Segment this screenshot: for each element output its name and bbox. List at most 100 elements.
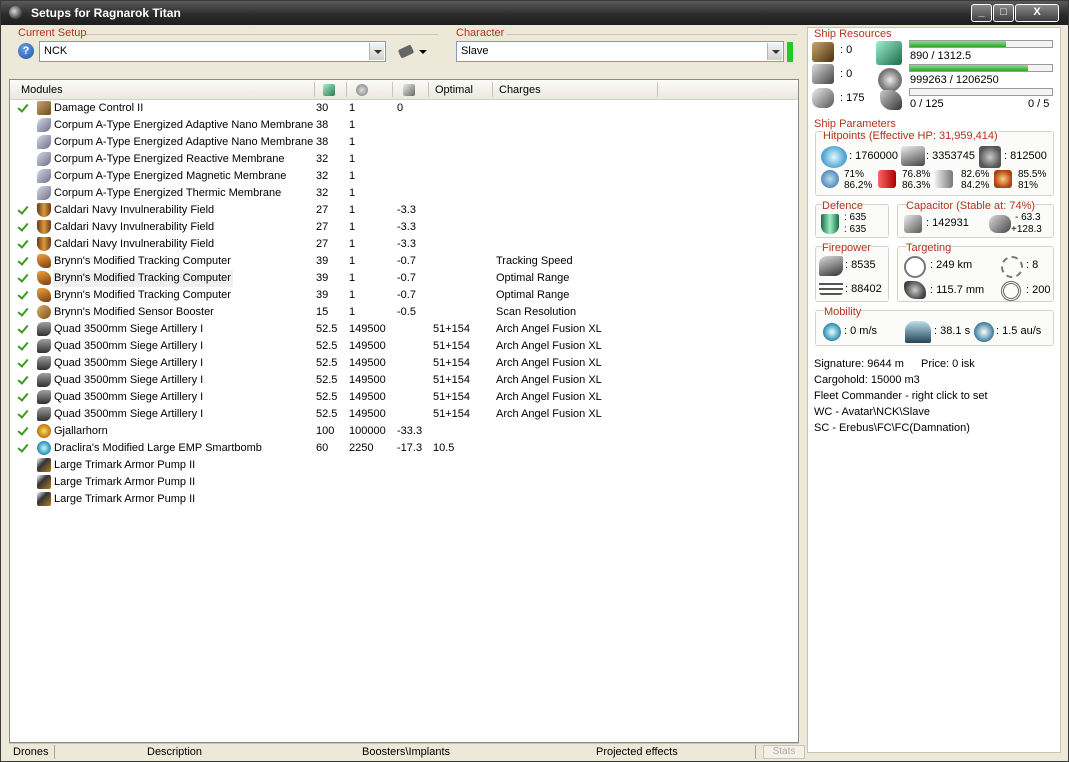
module-row[interactable]: Quad 3500mm Siege Artillery I 52.5 149500 5…: [10, 389, 798, 406]
check-icon[interactable]: [19, 255, 29, 265]
check-icon[interactable]: [19, 374, 29, 384]
module-row[interactable]: Large Trimark Armor Pump II: [10, 457, 798, 474]
setup-tools-button[interactable]: [397, 42, 431, 62]
module-cpu: 52.5: [316, 408, 338, 420]
module-charges: Arch Angel Fusion XL: [496, 408, 602, 420]
check-icon[interactable]: [19, 221, 29, 231]
module-cpu: 52.5: [316, 340, 338, 352]
module-row[interactable]: Corpum A-Type Energized Thermic Membrane…: [10, 185, 798, 202]
volley-icon: [819, 281, 843, 295]
tab-description[interactable]: Description: [147, 746, 202, 758]
help-icon[interactable]: ?: [18, 43, 34, 59]
module-powergrid: 149500: [349, 408, 386, 420]
module-charges: Optimal Range: [496, 272, 570, 284]
module-row[interactable]: Damage Control II 30 1 0: [10, 100, 798, 117]
capacitor-icon[interactable]: [403, 84, 415, 96]
module-row[interactable]: Corpum A-Type Energized Magnetic Membran…: [10, 168, 798, 185]
check-icon[interactable]: [19, 102, 29, 112]
armor-hp: : 3353745: [926, 150, 975, 162]
module-capacitor: -0.5: [397, 306, 416, 318]
shield-icon: [821, 146, 847, 168]
module-row[interactable]: Brynn's Modified Sensor Booster 15 1 -0.5 Sc…: [10, 304, 798, 321]
module-name: Quad 3500mm Siege Artillery I: [54, 340, 204, 352]
title-bar[interactable]: Setups for Ragnarok Titan _ □ X: [1, 1, 1068, 25]
wing-commander-text[interactable]: WC - Avatar\NCK\Slave: [814, 406, 930, 418]
module-row[interactable]: Corpum A-Type Energized Adaptive Nano Me…: [10, 117, 798, 134]
window-title: Setups for Ragnarok Titan: [31, 6, 181, 20]
check-icon[interactable]: [19, 289, 29, 299]
module-row[interactable]: Gjallarhorn 100 100000 -33.3: [10, 423, 798, 440]
module-row[interactable]: Draclira's Modified Large EMP Smartbomb 6…: [10, 440, 798, 457]
defence-bottom: : 635: [844, 224, 867, 235]
tab-boosters-implants[interactable]: Boosters\Implants: [362, 746, 450, 758]
turret-hardpoints: : 0: [840, 44, 853, 56]
dps-icon: [819, 256, 843, 276]
squad-commander-text[interactable]: SC - Erebus\FC\FC(Damnation): [814, 422, 970, 434]
module-row[interactable]: Brynn's Modified Tracking Computer 39 1 -0.…: [10, 270, 798, 287]
check-icon[interactable]: [19, 340, 29, 350]
drone-icon: [880, 90, 902, 110]
module-row[interactable]: Brynn's Modified Tracking Computer 39 1 -0.…: [10, 287, 798, 304]
module-row[interactable]: Quad 3500mm Siege Artillery I 52.5 149500 5…: [10, 321, 798, 338]
check-icon[interactable]: [19, 204, 29, 214]
align-time-icon: [905, 321, 931, 343]
module-row[interactable]: Caldari Navy Invulnerability Field 27 1 -3.…: [10, 236, 798, 253]
membrane-icon: [37, 169, 51, 183]
check-icon[interactable]: [19, 238, 29, 248]
check-icon[interactable]: [19, 391, 29, 401]
module-row[interactable]: Quad 3500mm Siege Artillery I 52.5 149500 5…: [10, 338, 798, 355]
cpu-icon[interactable]: [323, 84, 335, 96]
module-name: Quad 3500mm Siege Artillery I: [54, 323, 204, 335]
check-icon[interactable]: [19, 425, 29, 435]
minimize-button[interactable]: _: [971, 4, 992, 22]
powergrid-icon[interactable]: [356, 84, 368, 96]
tab-drones[interactable]: Drones: [13, 746, 48, 758]
module-row[interactable]: Quad 3500mm Siege Artillery I 52.5 149500 5…: [10, 355, 798, 372]
setup-select[interactable]: NCK: [39, 41, 386, 62]
col-optimal[interactable]: Optimal: [435, 84, 473, 96]
col-modules[interactable]: Modules: [21, 84, 63, 96]
capacitor-amount: : 142931: [926, 217, 969, 229]
module-powergrid: 1: [349, 119, 356, 131]
close-button[interactable]: X: [1015, 4, 1059, 22]
check-icon[interactable]: [19, 357, 29, 367]
tracking-computer-icon: [37, 254, 51, 268]
module-name: Caldari Navy Invulnerability Field: [54, 204, 215, 216]
check-icon[interactable]: [19, 306, 29, 316]
module-row[interactable]: Corpum A-Type Energized Reactive Membran…: [10, 151, 798, 168]
module-row[interactable]: Quad 3500mm Siege Artillery I 52.5 149500 5…: [10, 372, 798, 389]
fleet-commander-text[interactable]: Fleet Commander - right click to set: [814, 390, 988, 402]
col-sep: [392, 82, 393, 97]
stats-button[interactable]: Stats: [763, 745, 805, 759]
chevron-down-icon[interactable]: [767, 43, 782, 60]
module-cpu: 27: [316, 221, 329, 233]
artillery-icon: [37, 339, 51, 353]
tab-projected-effects[interactable]: Projected effects: [596, 746, 678, 758]
check-icon[interactable]: [19, 272, 29, 282]
hitpoints-box: Hitpoints (Effective HP: 31,959,414) : 1…: [815, 130, 1054, 196]
col-sep: [428, 82, 429, 97]
chevron-down-icon[interactable]: [369, 43, 384, 60]
speed-value: : 0 m/s: [844, 325, 878, 337]
check-icon[interactable]: [19, 442, 29, 452]
module-cpu: 39: [316, 272, 329, 284]
maximize-button[interactable]: □: [993, 4, 1014, 22]
module-row[interactable]: Large Trimark Armor Pump II: [10, 491, 798, 508]
em-resist-bottom: 86.2%: [844, 180, 873, 191]
module-row[interactable]: Caldari Navy Invulnerability Field 27 1 -3.…: [10, 219, 798, 236]
module-row[interactable]: Corpum A-Type Energized Adaptive Nano Me…: [10, 134, 798, 151]
modules-list[interactable]: Modules Optimal Charges Damage Control I…: [9, 79, 799, 743]
module-row[interactable]: Caldari Navy Invulnerability Field 27 1 -3.…: [10, 202, 798, 219]
invulnerability-icon: [37, 203, 51, 217]
module-name: Brynn's Modified Tracking Computer: [54, 289, 231, 301]
tab-sep: [755, 745, 756, 759]
price-text: Price: 0 isk: [921, 358, 975, 370]
check-icon[interactable]: [19, 323, 29, 333]
character-select[interactable]: Slave: [456, 41, 784, 62]
sensor-booster-icon: [37, 305, 51, 319]
module-row[interactable]: Large Trimark Armor Pump II: [10, 474, 798, 491]
module-row[interactable]: Brynn's Modified Tracking Computer 39 1 -0.…: [10, 253, 798, 270]
module-row[interactable]: Quad 3500mm Siege Artillery I 52.5 149500 5…: [10, 406, 798, 423]
check-icon[interactable]: [19, 408, 29, 418]
col-charges[interactable]: Charges: [499, 84, 541, 96]
